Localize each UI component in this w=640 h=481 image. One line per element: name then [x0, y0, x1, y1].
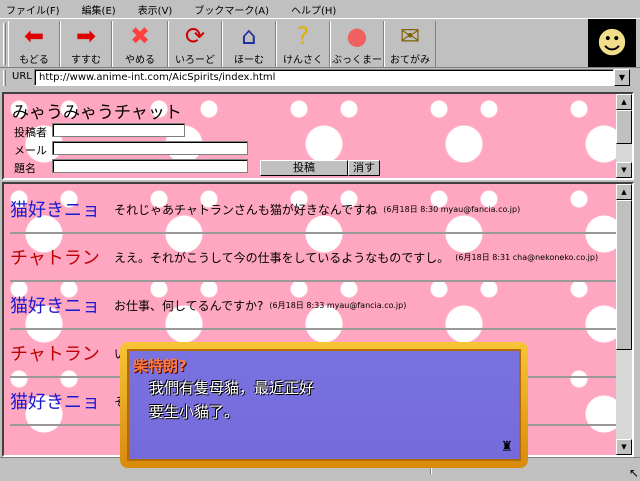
mouse-cursor-icon: ↖ [629, 466, 640, 480]
message-author: チャトラン [10, 248, 100, 269]
mail-input[interactable] [52, 141, 248, 155]
toolbar-grip[interactable] [3, 23, 6, 65]
scroll-up-button[interactable]: ▲ [616, 184, 632, 200]
url-grip[interactable] [3, 70, 6, 86]
toolbar-button-label: やめる [125, 55, 155, 66]
message-meta[interactable]: (6月18日 8:30 myau@fancia.co.jp) [383, 204, 520, 215]
menu-help[interactable]: ヘルプ(H) [291, 2, 336, 17]
url-dropdown-button[interactable]: ▼ [614, 69, 630, 86]
toolbar-button-label: ほーむ [234, 55, 264, 66]
toolbar-button-label: すすむ [71, 55, 101, 66]
mail-cat-icon: ✉ [399, 22, 421, 50]
toolbar-button-3[interactable]: ⟳ いろーど [168, 21, 222, 67]
reload-icon: ⟳ [184, 22, 206, 50]
bookmark-paw-icon: ● [346, 22, 368, 50]
message-meta[interactable]: (6月18日 8:33 myau@fancia.co.jp) [269, 300, 406, 311]
chat-message-row: チャトラン ええ。それがこうして今の仕事をしているようなものですし。 (6月18日 … [10, 234, 616, 282]
subject-label: 題名 [14, 162, 36, 175]
mail-label: メール [14, 144, 47, 157]
url-label: URL [12, 71, 32, 82]
scroll-thumb[interactable] [616, 110, 632, 144]
browser-logo-cat-icon: ☻ [588, 19, 636, 67]
page-title: みゃうみゃうチャット [12, 103, 182, 123]
toolbar-button-label: もどる [19, 55, 49, 66]
back-arrow-icon: ⬅ [23, 22, 45, 50]
toolbar-button-5[interactable]: ? けんさく [276, 21, 330, 67]
subject-input[interactable] [52, 159, 248, 173]
message-text: ええ。それがこうして今の仕事をしているようなものですし。 [114, 250, 450, 265]
top-frame-scrollbar[interactable]: ▲ ▼ [616, 94, 632, 178]
toolbar-button-label: けんさく [283, 55, 323, 66]
message-author: 猫好きニョ [10, 392, 100, 413]
chat-scrollbar[interactable]: ▲ ▼ [616, 184, 632, 455]
url-input[interactable]: http://www.anime-int.com/AicSpirits/inde… [34, 69, 614, 86]
dialog-line: 我們有隻母貓，最近正好 [149, 379, 315, 397]
toolbar-button-label: いろーど [175, 55, 215, 66]
toolbar-button-0[interactable]: ⬅ もどる [8, 21, 60, 67]
message-author: チャトラン [10, 344, 100, 365]
dialog-line: 要生小貓了。 [149, 403, 240, 421]
poster-input[interactable] [52, 123, 185, 137]
url-bar: URL http://www.anime-int.com/AicSpirits/… [0, 68, 640, 88]
message-author: 猫好きニョ [10, 296, 100, 317]
dialog-speaker: 柴特朗? [133, 357, 187, 375]
toolbar-button-1[interactable]: ➡ すすむ [60, 21, 112, 67]
scroll-up-button[interactable]: ▲ [616, 94, 632, 110]
menu-view[interactable]: 表示(V) [138, 2, 173, 17]
menu-bar: ファイル(F) 編集(E) 表示(V) ブックマーク(A) ヘルプ(H) [0, 0, 640, 18]
stop-paw-icon: ✖ [129, 22, 151, 50]
chat-message-row: 猫好きニョ お仕事、何してるんですか? (6月18日 8:33 myau@fanci… [10, 282, 616, 330]
subtitle-dialog: 柴特朗? 我們有隻母貓，最近正好 要生小貓了。 ♜ [120, 342, 528, 468]
home-icon: ⌂ [241, 22, 257, 50]
scroll-down-button[interactable]: ▼ [616, 439, 632, 455]
toolbar-button-6[interactable]: ●ぶっくまーく [330, 21, 384, 81]
forward-arrow-icon: ➡ [75, 22, 97, 50]
chat-message-row: 猫好きニョ それじゃあチャトランさんも猫が好きなんですね (6月18日 8:30 m… [10, 186, 616, 234]
poster-label: 投稿者 [14, 126, 47, 139]
menu-file[interactable]: ファイル(F) [6, 2, 60, 17]
message-meta[interactable]: (6月18日 8:31 cha@nekoneko.co.jp) [455, 252, 598, 263]
search-question-icon: ? [296, 22, 310, 50]
post-form-frame: みゃうみゃうチャット 投稿者 メール 題名 投稿 消す ▲ ▼ [2, 92, 634, 180]
message-author: 猫好きニョ [10, 200, 100, 221]
menu-edit[interactable]: 編集(E) [82, 2, 116, 17]
next-indicator-icon: ♜ [500, 439, 513, 455]
scroll-down-button[interactable]: ▼ [616, 162, 632, 178]
toolbar: ⬅ もどる ➡ すすむ ✖ やめる ⟳ いろーど ⌂ ほーむ? けんさく ●ぶっくまーく ✉ おてがみ [0, 18, 640, 81]
clear-button[interactable]: 消す [348, 160, 380, 176]
toolbar-button-label: おてがみ [390, 55, 430, 66]
message-text: それじゃあチャトランさんも猫が好きなんですね [114, 202, 378, 217]
post-button[interactable]: 投稿 [260, 160, 348, 176]
toolbar-button-2[interactable]: ✖ やめる [112, 21, 168, 67]
toolbar-button-7[interactable]: ✉ おてがみ [384, 21, 436, 67]
message-text: お仕事、何してるんですか? [114, 298, 264, 313]
scroll-thumb[interactable] [616, 200, 632, 350]
menu-bookmark[interactable]: ブックマーク(A) [194, 2, 269, 17]
toolbar-button-4[interactable]: ⌂ ほーむ [222, 21, 276, 67]
